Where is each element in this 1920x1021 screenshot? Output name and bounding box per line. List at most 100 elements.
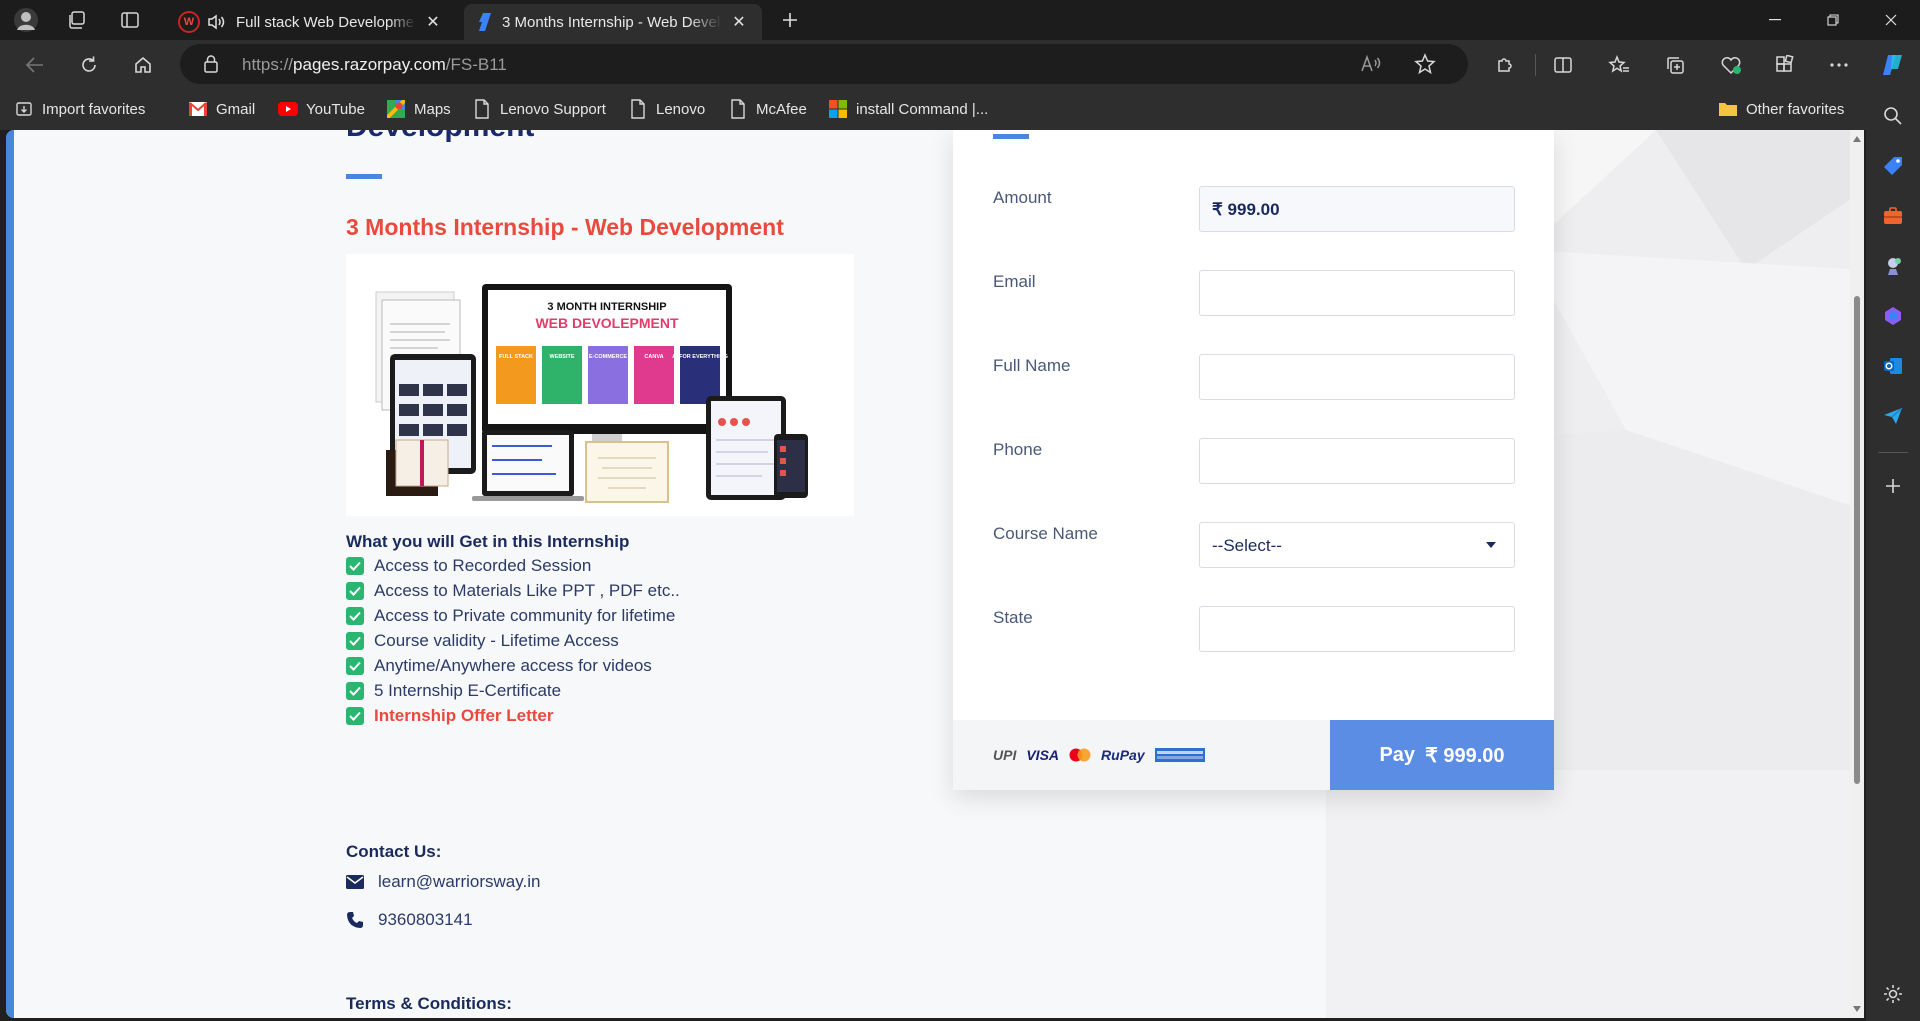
split-screen-icon[interactable] (1548, 50, 1578, 80)
folder-icon (1718, 99, 1738, 119)
upi-logo: UPI (993, 747, 1017, 763)
home-icon[interactable] (128, 50, 158, 80)
fav-maps[interactable]: Maps (386, 97, 451, 121)
course-name-label: Course Name (993, 524, 1098, 543)
feature-item-highlight: Internship Offer Letter (346, 704, 553, 728)
phone-icon (346, 911, 364, 929)
collections-icon[interactable] (1660, 50, 1690, 80)
browser-essentials-icon[interactable] (1716, 50, 1746, 80)
fullname-label: Full Name (993, 356, 1071, 375)
card-heading-underline (993, 134, 1029, 139)
book-label: CANVA (644, 354, 663, 360)
fav-youtube[interactable]: YouTube (278, 97, 365, 121)
fav-install-command[interactable]: install Command |... (828, 97, 988, 121)
profile-avatar[interactable] (12, 6, 40, 34)
add-favorite-star-icon[interactable] (1414, 53, 1436, 75)
tab-internship[interactable]: 3 Months Internship - Web Development ✕ (464, 4, 762, 40)
sidebar-settings-icon[interactable] (1879, 980, 1907, 1008)
fav-other-favorites[interactable]: Other favorites (1718, 97, 1844, 121)
fav-mcafee[interactable]: McAfee (728, 97, 807, 121)
tab-title: 3 Months Internship - Web Development (502, 13, 722, 31)
fav-lenovo-support[interactable]: Lenovo Support (472, 97, 606, 121)
more-menu-icon[interactable] (1824, 50, 1854, 80)
tab-full-stack[interactable]: W Full stack Web Development ✕ (166, 4, 456, 40)
fullname-input[interactable] (1212, 368, 1502, 388)
sidebar-send-icon[interactable] (1879, 402, 1907, 430)
workspaces-icon[interactable] (62, 6, 90, 34)
tab-title: Full stack Web Development (236, 13, 416, 31)
contact-phone-link[interactable]: 9360803141 (378, 910, 473, 930)
fav-label: Lenovo Support (500, 100, 606, 118)
scroll-up-icon[interactable] (1853, 136, 1861, 142)
sidebar-search-icon[interactable] (1879, 102, 1907, 130)
url-text[interactable]: https://pages.razorpay.com/FS-B11 (242, 55, 507, 75)
feature-item: Access to Materials Like PPT , PDF etc.. (346, 579, 680, 603)
feature-item: Access to Recorded Session (346, 554, 591, 578)
fav-import-favorites[interactable]: Import favorites (14, 97, 145, 121)
pay-button[interactable]: Pay ₹ 999.00 (1330, 720, 1554, 790)
sidebar-shopping-icon[interactable] (1879, 152, 1907, 180)
microsoft-icon (828, 99, 848, 119)
sidebar-tools-icon[interactable] (1879, 202, 1907, 230)
refresh-icon[interactable] (74, 50, 104, 80)
maps-icon (386, 99, 406, 119)
fav-label: install Command |... (856, 100, 989, 118)
feature-label: 5 Internship E-Certificate (374, 681, 562, 700)
amount-label: Amount (993, 188, 1052, 207)
navigation-bar: https://pages.razorpay.com/FS-B11 (0, 40, 1920, 88)
sidebar-outlook-icon[interactable] (1879, 352, 1907, 380)
minimize-icon[interactable] (1746, 0, 1804, 40)
contact-email-link[interactable]: learn@warriorsway.in (378, 872, 540, 892)
fav-label: Import favorites (42, 100, 146, 118)
close-window-icon[interactable] (1862, 0, 1920, 40)
sidebar-games-icon[interactable] (1879, 252, 1907, 280)
tab-actions-icon[interactable] (116, 6, 144, 34)
new-tab-icon[interactable] (776, 6, 804, 34)
copilot-icon[interactable] (1878, 50, 1908, 80)
fav-label: Other favorites (1746, 100, 1845, 118)
import-icon (14, 99, 34, 119)
lock-icon[interactable] (202, 54, 220, 74)
audio-playing-icon[interactable] (206, 13, 226, 31)
fav-lenovo[interactable]: Lenovo (628, 97, 705, 121)
phone-input[interactable] (1212, 452, 1502, 472)
state-label: State (993, 608, 1033, 627)
sidebar-copilot-icon[interactable] (1879, 302, 1907, 330)
book-label: WEBSITE (549, 354, 574, 360)
address-bar[interactable]: https://pages.razorpay.com/FS-B11 (180, 44, 1468, 84)
favorites-icon[interactable] (1604, 50, 1634, 80)
checkbox-checked-icon (346, 557, 364, 575)
state-field-box (1199, 606, 1515, 652)
scroll-down-icon[interactable] (1853, 1006, 1861, 1012)
apps-icon[interactable] (1770, 50, 1800, 80)
read-aloud-icon[interactable] (1360, 54, 1382, 74)
close-tab-icon[interactable]: ✕ (422, 11, 444, 33)
course-name-select[interactable]: --Select-- (1199, 522, 1515, 568)
state-input[interactable] (1212, 620, 1502, 640)
payment-footer: UPI VISA RuPay Pay ₹ 999.00 (953, 720, 1554, 790)
fav-gmail[interactable]: Gmail (188, 97, 255, 121)
extensions-icon[interactable] (1490, 50, 1520, 80)
fav-label: McAfee (756, 100, 807, 118)
close-tab-icon[interactable]: ✕ (728, 11, 750, 33)
restore-icon[interactable] (1804, 0, 1862, 40)
checkbox-checked-icon (346, 682, 364, 700)
scrollbar-thumb[interactable] (1854, 296, 1860, 784)
page-icon (628, 99, 648, 119)
fav-label: YouTube (306, 100, 365, 118)
course-promo-image: 3 MONTH INTERNSHIP WEB DEVOLEPMENT FULL … (346, 254, 854, 516)
payment-form-card: Amount ₹ 999.00 Email Full Name Phone Co… (953, 130, 1554, 790)
promo-headline: 3 MONTH INTERNSHIP (547, 301, 666, 313)
left-accent-strip (6, 130, 14, 1018)
page-scrollbar[interactable] (1850, 130, 1864, 1018)
back-icon[interactable] (20, 50, 50, 80)
features-heading: What you will Get in this Internship (346, 532, 630, 551)
sidebar-add-icon[interactable] (1879, 472, 1907, 500)
razorpay-favicon-icon (476, 13, 492, 31)
checkbox-checked-icon (346, 607, 364, 625)
phone-label: Phone (993, 440, 1043, 459)
email-input[interactable] (1212, 284, 1502, 304)
fav-label: Lenovo (656, 100, 706, 118)
book-label: FULL STACK (499, 354, 533, 360)
email-field-box (1199, 270, 1515, 316)
